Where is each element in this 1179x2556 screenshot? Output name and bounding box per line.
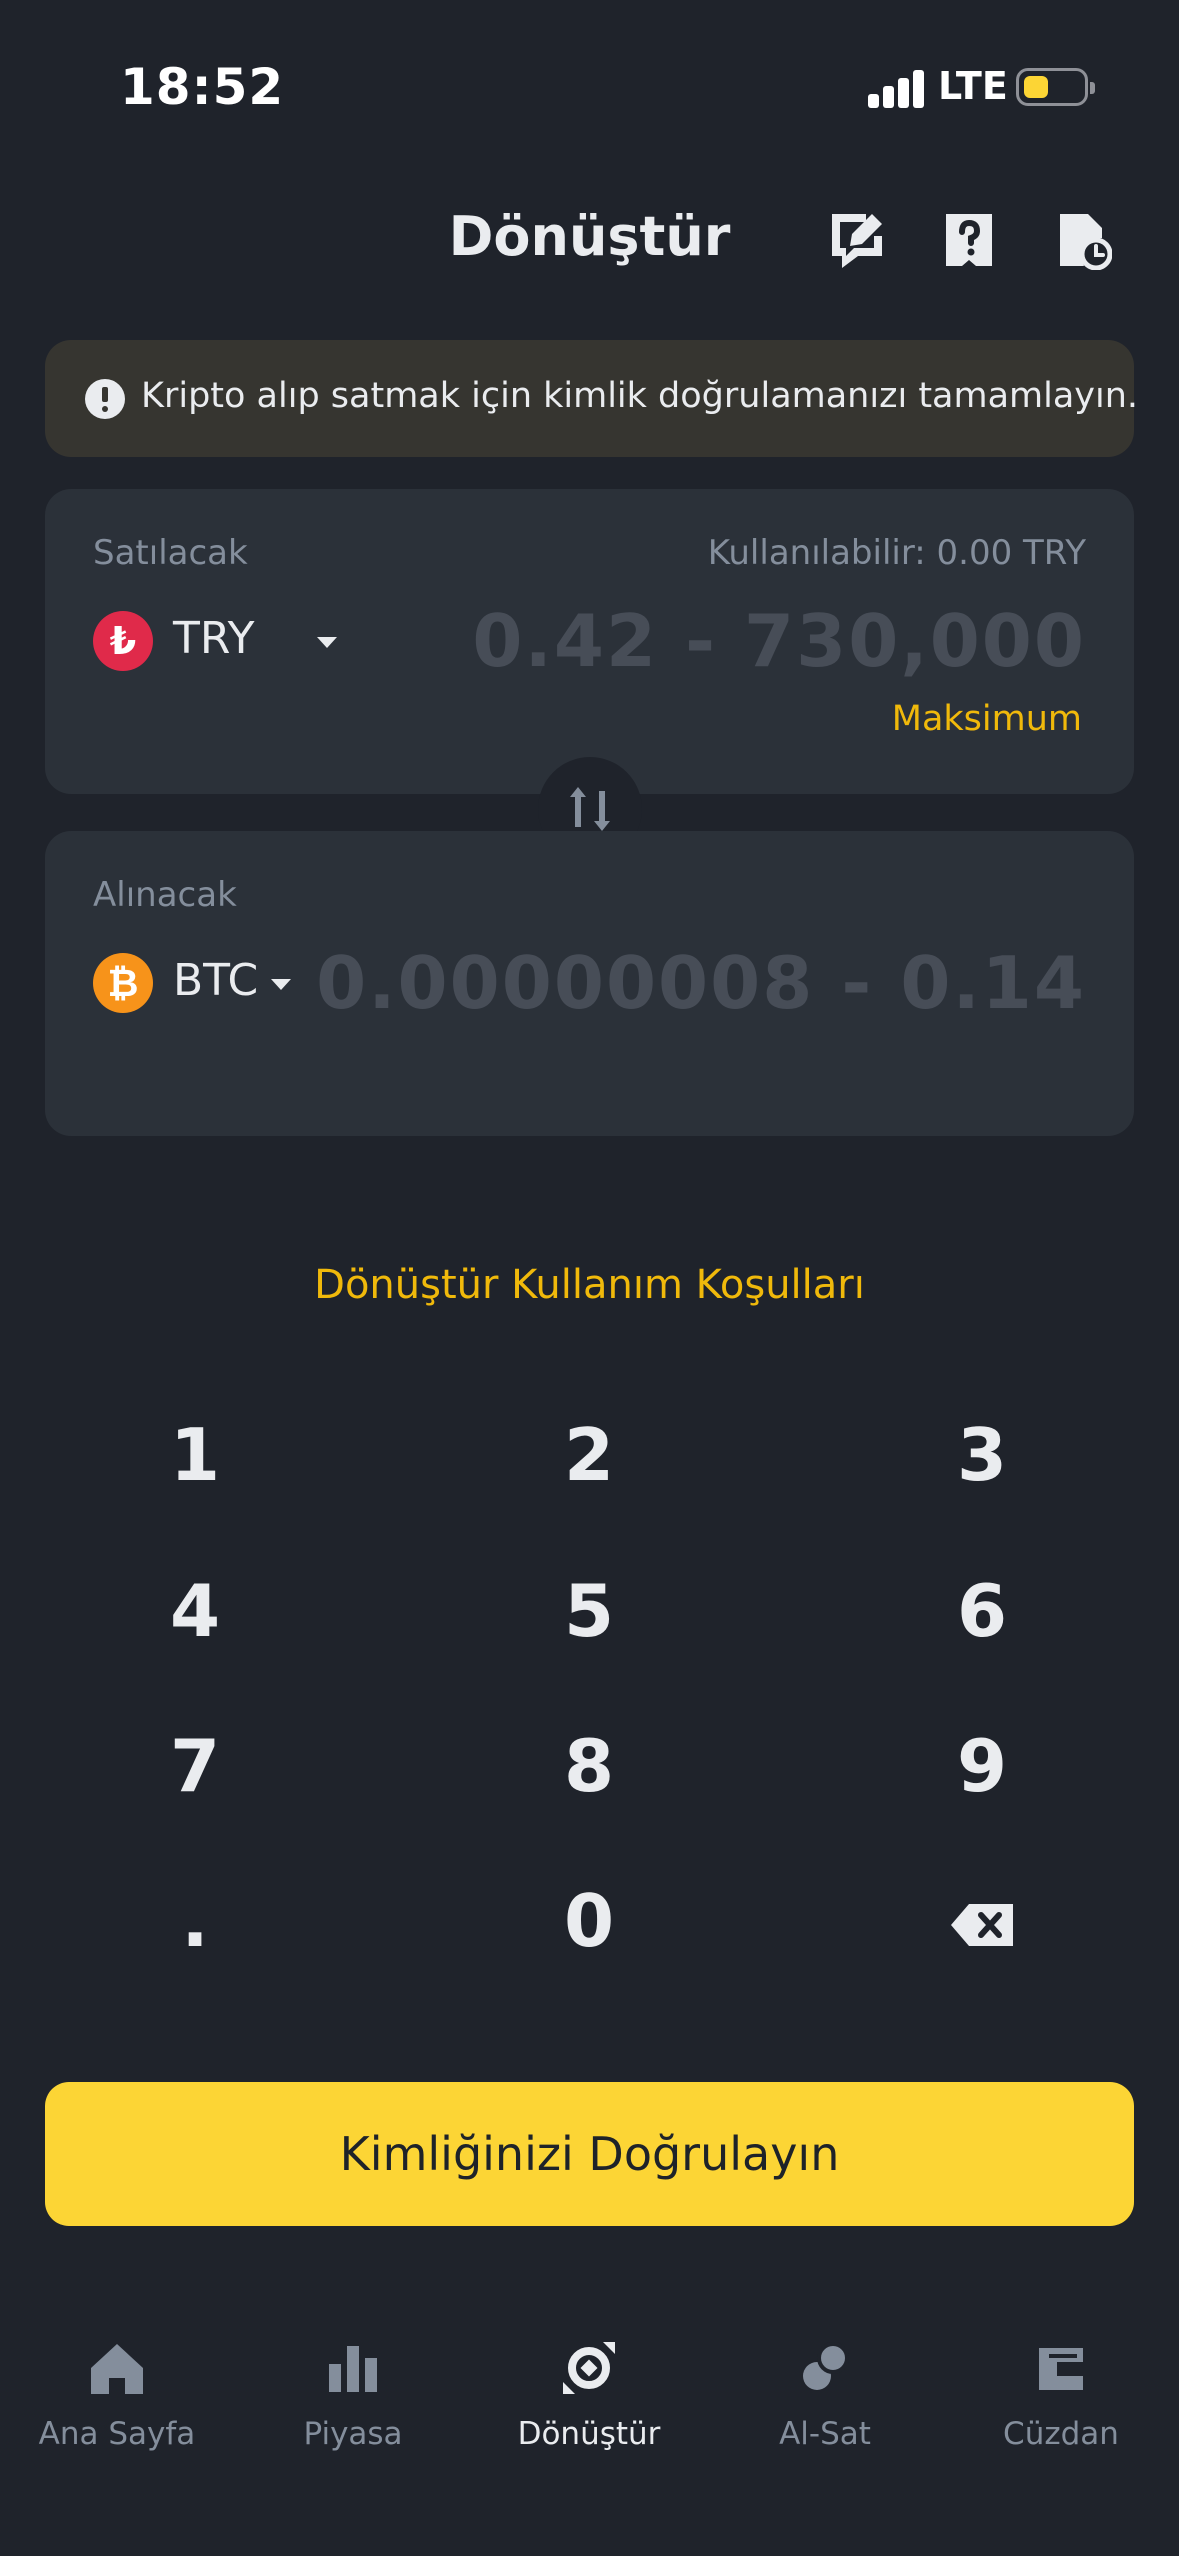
key-5[interactable]: 5 (489, 1556, 689, 1666)
order-history-icon[interactable] (1054, 210, 1113, 271)
battery-icon (1016, 68, 1095, 106)
page-title: Dönüştür (448, 205, 731, 268)
alert-text: Kripto alıp satmak için kimlik doğrulama… (141, 376, 1139, 416)
buy-label: Alınacak (93, 875, 237, 915)
btc-coin-icon[interactable]: ₿ (93, 953, 153, 1013)
nav-trade-label: Al-Sat (779, 2416, 871, 2452)
nav-convert[interactable]: Dönüştür (489, 2340, 689, 2452)
key-7[interactable]: 7 (95, 1711, 295, 1821)
home-icon (91, 2344, 143, 2394)
buy-currency-select[interactable]: BTC (173, 955, 258, 1006)
buy-card: Alınacak ₿ BTC 0.00000008 - 0.14 (45, 831, 1134, 1136)
key-decimal[interactable]: . (95, 1866, 295, 1976)
backspace-icon (951, 1904, 1013, 1946)
help-document-icon[interactable] (940, 210, 998, 270)
backspace-button[interactable] (882, 1866, 1082, 1976)
nav-wallet-label: Cüzdan (1003, 2416, 1119, 2452)
chevron-down-icon[interactable] (317, 637, 337, 648)
chevron-down-icon[interactable] (271, 979, 291, 990)
convert-icon (563, 2342, 615, 2394)
swap-arrows-icon (570, 787, 610, 831)
key-6[interactable]: 6 (882, 1556, 1082, 1666)
wallet-icon (1039, 2348, 1083, 2390)
key-2[interactable]: 2 (489, 1400, 689, 1510)
try-coin-icon[interactable]: ₺ (93, 611, 153, 671)
verify-identity-button[interactable]: Kimliğinizi Doğrulayın (45, 2082, 1134, 2226)
buy-amount-input[interactable]: 0.00000008 - 0.14 (316, 941, 1086, 1025)
nav-home[interactable]: Ana Sayfa (17, 2340, 217, 2452)
bar-chart-icon (329, 2346, 377, 2392)
network-type: LTE (938, 64, 1008, 108)
terms-link[interactable]: Dönüştür Kullanım Koşulları (0, 1262, 1179, 1308)
nav-markets-label: Piyasa (303, 2416, 403, 2452)
available-balance: Kullanılabilir: 0.00 TRY (707, 533, 1086, 573)
sell-card: Satılacak Kullanılabilir: 0.00 TRY ₺ TRY… (45, 489, 1134, 794)
nav-home-label: Ana Sayfa (38, 2416, 196, 2452)
nav-wallet[interactable]: Cüzdan (961, 2340, 1161, 2452)
nav-trade[interactable]: Al-Sat (725, 2340, 925, 2452)
sell-currency-select[interactable]: TRY (173, 613, 255, 664)
signal-icon (868, 68, 924, 108)
key-3[interactable]: 3 (882, 1400, 1082, 1510)
key-8[interactable]: 8 (489, 1711, 689, 1821)
key-9[interactable]: 9 (882, 1711, 1082, 1821)
key-4[interactable]: 4 (95, 1556, 295, 1666)
max-button[interactable]: Maksimum (892, 699, 1082, 739)
status-time: 18:52 (120, 58, 285, 116)
nav-convert-label: Dönüştür (517, 2416, 661, 2452)
key-0[interactable]: 0 (489, 1866, 689, 1976)
key-1[interactable]: 1 (95, 1400, 295, 1510)
sell-label: Satılacak (93, 533, 248, 573)
nav-markets[interactable]: Piyasa (253, 2340, 453, 2452)
edit-feedback-icon[interactable] (828, 210, 886, 270)
trade-coins-icon (803, 2342, 849, 2390)
sell-amount-input[interactable]: 0.42 - 730,000 (472, 599, 1086, 683)
kyc-alert-banner: Kripto alıp satmak için kimlik doğrulama… (45, 340, 1138, 457)
warning-icon (85, 379, 125, 419)
